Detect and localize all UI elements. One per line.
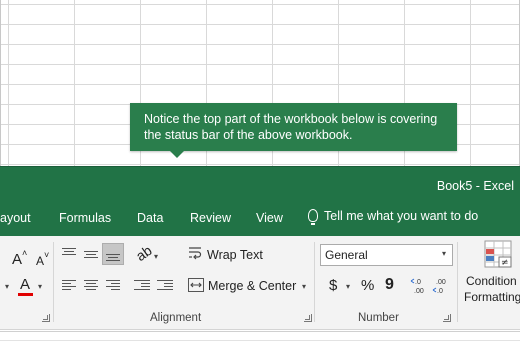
title-bar: Book5 - Excel ayout Formulas Data Review… <box>0 166 520 236</box>
merge-center-icon <box>188 278 204 292</box>
number-format-dropdown[interactable]: General ▾ <box>320 244 453 266</box>
tab-formulas[interactable]: Formulas <box>59 211 111 225</box>
svg-text:.0: .0 <box>437 288 443 295</box>
dialog-launcher-icon[interactable] <box>304 314 312 322</box>
shrink-font-button[interactable]: A˅ <box>36 250 49 268</box>
orientation-icon[interactable]: ab <box>133 242 155 264</box>
chevron-down-icon[interactable]: ▾ <box>38 282 42 291</box>
callout-line-2: the status bar of the above workbook. <box>144 128 353 142</box>
dialog-launcher-icon[interactable] <box>42 314 50 322</box>
align-right-icon[interactable] <box>106 280 120 292</box>
callout-line-1: Notice the top part of the workbook belo… <box>144 112 438 126</box>
tell-me-search[interactable]: Tell me what you want to do <box>308 209 479 225</box>
formula-bar-area <box>0 331 520 353</box>
chevron-down-icon[interactable]: ▾ <box>302 282 306 291</box>
grow-font-button[interactable]: A˄ <box>12 248 27 268</box>
svg-text:.00: .00 <box>414 288 424 295</box>
group-separator <box>457 242 458 322</box>
tab-review[interactable]: Review <box>190 211 231 225</box>
accounting-format-button[interactable]: $ <box>329 277 337 294</box>
comma-style-button[interactable]: 9 <box>385 276 394 294</box>
svg-text:.00: .00 <box>436 279 446 286</box>
group-separator <box>314 242 315 322</box>
callout-tooltip: Notice the top part of the workbook belo… <box>130 103 457 151</box>
tab-page-layout[interactable]: ayout <box>0 211 31 225</box>
divider <box>0 340 520 341</box>
merge-center-button[interactable]: Merge & Center <box>208 279 296 293</box>
percent-style-button[interactable]: % <box>361 277 374 294</box>
alignment-group-label: Alignment <box>150 312 202 324</box>
bottom-align-icon <box>106 248 120 261</box>
group-separator <box>53 242 54 322</box>
chevron-down-icon[interactable]: ▾ <box>346 282 350 291</box>
conditional-formatting-label-2[interactable]: Formatting <box>464 290 520 304</box>
increase-indent-icon[interactable] <box>157 280 173 292</box>
font-color-button[interactable]: A <box>20 276 30 293</box>
decrease-decimal-icon[interactable]: .00.0 <box>432 276 450 296</box>
svg-text:.0: .0 <box>415 279 421 286</box>
chevron-down-icon[interactable]: ▾ <box>5 282 9 291</box>
number-group-label: Number <box>358 312 399 324</box>
callout-pointer <box>170 151 184 158</box>
top-align-icon[interactable] <box>62 248 76 260</box>
window-title: Book5 - Excel <box>436 179 514 193</box>
tab-view[interactable]: View <box>256 211 283 225</box>
number-format-value: General <box>325 248 368 262</box>
font-color-swatch <box>18 293 33 296</box>
conditional-formatting-label-1[interactable]: Condition <box>466 274 517 288</box>
lightbulb-icon <box>308 209 318 225</box>
dialog-launcher-icon[interactable] <box>443 314 451 322</box>
svg-text:≠: ≠ <box>501 258 509 268</box>
align-center-icon[interactable] <box>84 280 98 292</box>
conditional-formatting-icon[interactable]: ≠ <box>484 240 514 270</box>
align-left-icon[interactable] <box>62 280 76 292</box>
tell-me-label: Tell me what you want to do <box>324 209 479 223</box>
middle-align-icon[interactable] <box>84 248 98 260</box>
increase-decimal-icon[interactable]: .0.00 <box>410 276 428 296</box>
decrease-indent-icon[interactable] <box>134 280 150 292</box>
wrap-text-icon <box>188 246 202 260</box>
ribbon: A˄ A˅ ▾ A ▾ ab ▾ Wrap Text Merge & Cente… <box>0 236 520 330</box>
wrap-text-button[interactable]: Wrap Text <box>207 248 263 262</box>
tab-data[interactable]: Data <box>137 211 163 225</box>
chevron-down-icon: ▾ <box>441 249 446 258</box>
chevron-down-icon[interactable]: ▾ <box>154 252 158 261</box>
